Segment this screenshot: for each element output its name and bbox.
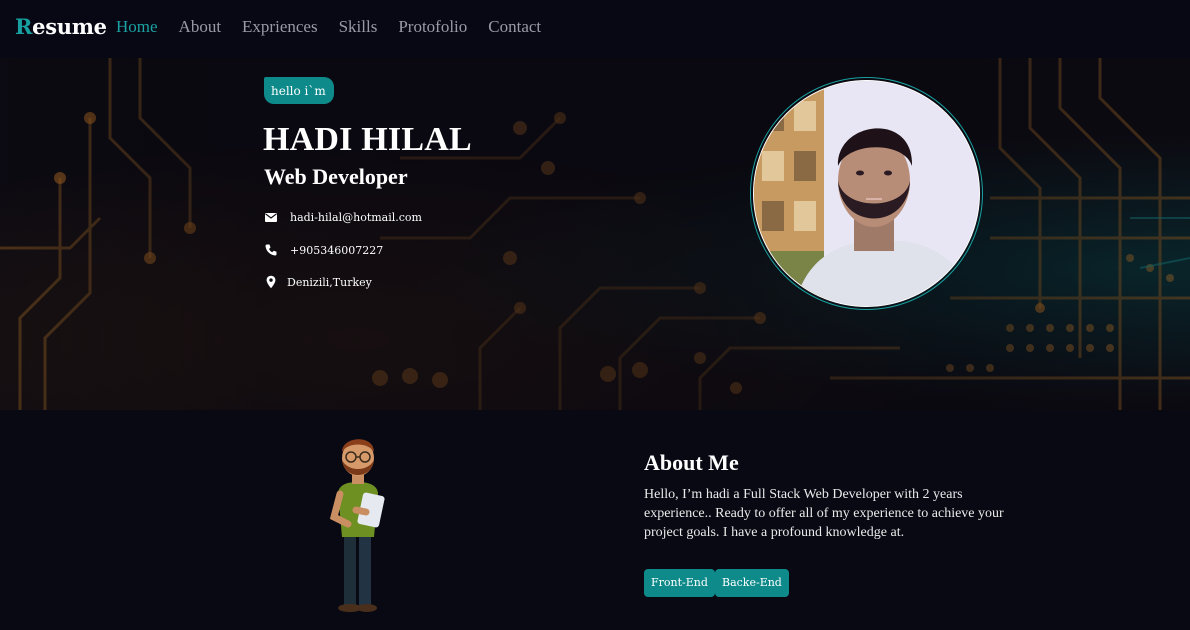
nav-link-contact[interactable]: Contact [488,17,541,37]
profile-photo-frame [750,77,983,310]
greeting-badge: hello i`m [264,77,334,104]
hero-overlay [0,58,1190,410]
contact-email-value: hadi-hilal@hotmail.com [290,210,422,224]
brand-first-letter: R [15,14,33,39]
profile-photo [753,80,980,307]
phone-icon [265,244,277,256]
developer-character-illustration [329,439,385,612]
front-end-tag[interactable]: Front-End [644,569,715,597]
back-end-tag[interactable]: Backe-End [715,569,789,597]
profile-photo-illustration [754,81,979,306]
nav-link-protofolio[interactable]: Protofolio [398,17,467,37]
envelope-icon [265,213,277,222]
nav-link-home[interactable]: Home [116,17,158,37]
about-section: About Me Hello, I’m hadi a Full Stack We… [0,410,1190,630]
brand-rest: esume [32,14,107,39]
contact-location-value: Denizili,Turkey [287,275,372,289]
nav-links: Home About Expriences Skills Protofolio … [116,17,562,37]
nav-link-about[interactable]: About [179,17,222,37]
hero-role: Web Developer [264,164,408,189]
nav-link-expriences[interactable]: Expriences [242,17,318,37]
contact-phone-value: +905346007227 [290,243,384,257]
nav-link-skills[interactable]: Skills [339,17,378,37]
contact-email: hadi-hilal@hotmail.com [264,210,422,224]
about-title: About Me [644,450,739,475]
hero-section: hello i`m HADI HILAL Web Developer hadi-… [0,58,1190,410]
about-description: Hello, I’m hadi a Full Stack Web Develop… [644,487,1004,540]
contact-location: Denizili,Turkey [264,275,372,289]
hero-name: HADI HILAL [263,121,472,158]
contact-phone: +905346007227 [264,243,383,257]
navbar: Resume Home About Expriences Skills Prot… [0,0,1190,58]
map-marker-icon [266,275,276,289]
brand-logo[interactable]: Resume [15,14,107,39]
